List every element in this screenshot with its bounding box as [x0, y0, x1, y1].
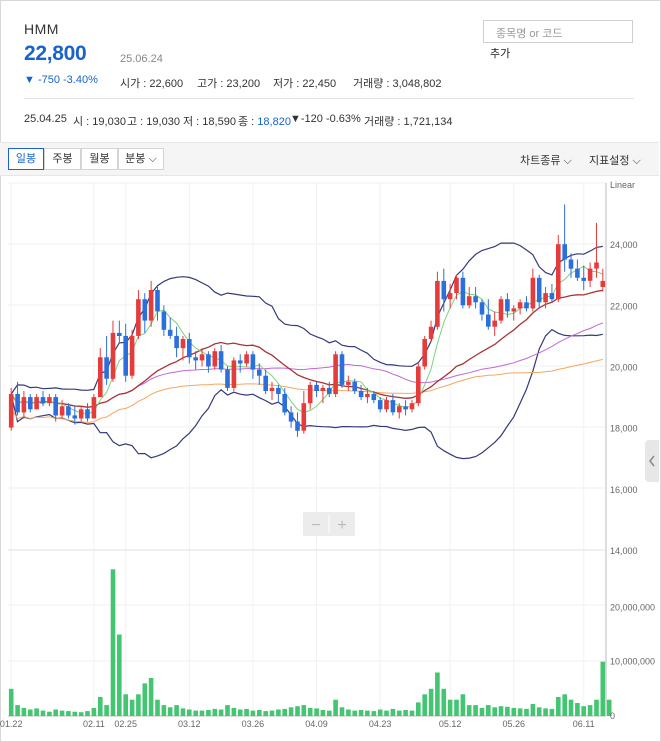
prev-low: 저 : 18,590 [183, 116, 236, 128]
chevron-down-icon: ⌵ [560, 155, 572, 167]
tab-weekly[interactable]: 주봉 [44, 148, 81, 170]
chart-type-menu[interactable]: 차트종류 ⌵ [520, 152, 572, 168]
chevron-left-icon [649, 455, 655, 467]
volume: 거래량 : 3,048,802 [353, 78, 442, 90]
low-price: 저가 : 22,450 [273, 78, 337, 90]
side-panel-handle[interactable] [645, 440, 659, 482]
prev-high: 고 : 19,030 [127, 116, 180, 128]
indicator-settings-menu[interactable]: 지표설정 ⌵ [589, 152, 641, 168]
chevron-down-icon: ⌵ [148, 153, 157, 165]
chart-widget [0, 0, 661, 742]
tab-minute[interactable]: 분봉 ⌵ [118, 148, 164, 170]
chevron-down-icon: ⌵ [629, 155, 641, 167]
tab-daily[interactable]: 일봉 [8, 148, 44, 170]
search-input[interactable]: 종목명 or 코드 [483, 20, 633, 43]
current-price: 22,800 [24, 42, 87, 65]
high-price: 고가 : 23,200 [197, 78, 261, 90]
prev-date: 25.04.25 [24, 113, 67, 125]
divider [24, 98, 634, 99]
chart-toolbar: 일봉 주봉 월봉 분봉 ⌵ 차트종류 ⌵ 지표설정 ⌵ [0, 142, 659, 176]
prev-open: 시 : 19,030 [73, 116, 126, 128]
prev-change: ▼-120 -0.63% [290, 113, 361, 125]
prev-close: 종 : 18,820 [238, 116, 291, 128]
add-button[interactable]: 추가 [490, 45, 510, 61]
quote-date: 25.06.24 [120, 53, 163, 65]
price-change: ▼ -750 -3.40% [24, 74, 98, 86]
tab-monthly[interactable]: 월봉 [81, 148, 118, 170]
stock-name: HMM [24, 21, 59, 37]
prev-volume: 거래량 : 1,721,134 [364, 116, 453, 128]
open-price: 시가 : 22,600 [120, 78, 184, 90]
